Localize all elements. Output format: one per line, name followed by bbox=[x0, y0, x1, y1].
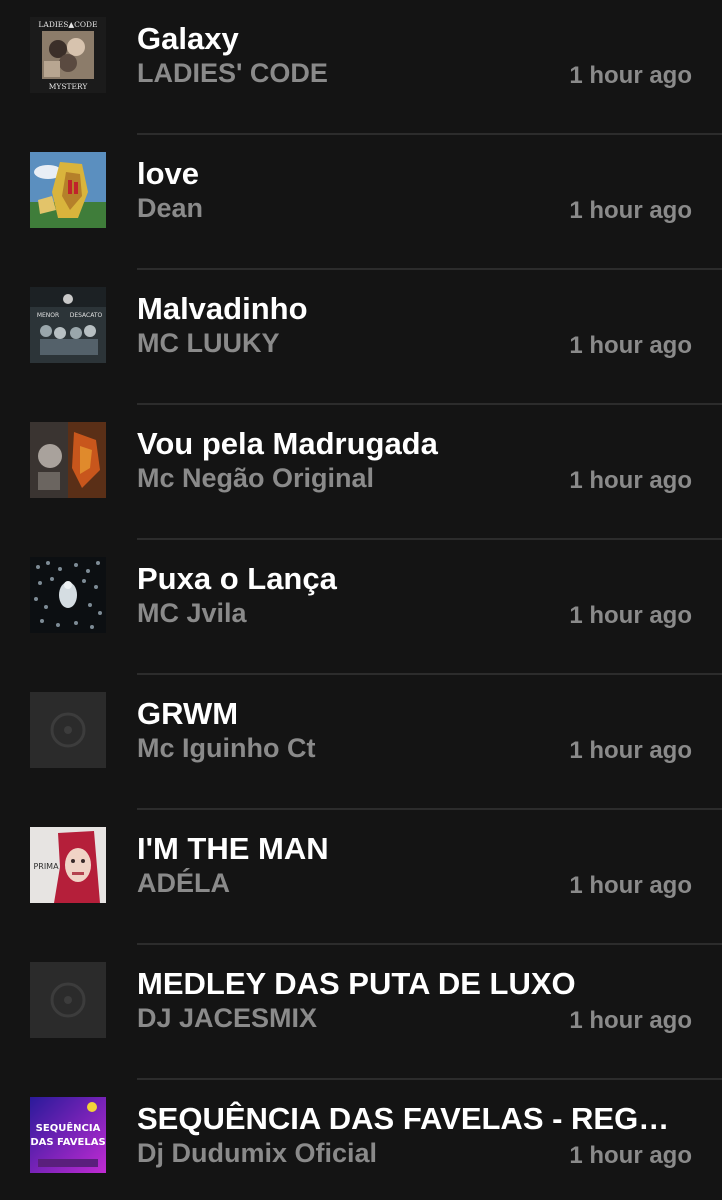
track-title: Galaxy bbox=[137, 21, 239, 56]
album-art-text: PRIMA bbox=[33, 862, 59, 871]
track-artist: ADÉLA bbox=[137, 868, 230, 898]
album-art-ladies-code-mystery: LADIES▲CODE MYSTERY bbox=[30, 17, 106, 93]
track-row-puxa-o-lanca[interactable]: Puxa o Lança MC Jvila 1 hour ago bbox=[0, 540, 722, 675]
track-row-malvadinho[interactable]: MENOR DESACATO Malvadinho MC LUUKY 1 hou… bbox=[0, 270, 722, 405]
track-row-love[interactable]: love Dean 1 hour ago bbox=[0, 135, 722, 270]
album-art-top-text: LADIES▲CODE bbox=[38, 20, 97, 29]
track-row-im-the-man[interactable]: PRIMA I'M THE MAN ADÉLA 1 hour ago bbox=[0, 810, 722, 945]
track-timestamp: 1 hour ago bbox=[569, 467, 692, 494]
album-art-portrait-red-hair: PRIMA bbox=[30, 827, 106, 903]
album-art-bottom-text: MYSTERY bbox=[49, 82, 89, 91]
track-title: love bbox=[137, 156, 200, 191]
track-title: GRWM bbox=[137, 696, 239, 731]
recent-tracks-list: LADIES▲CODE MYSTERY Galaxy LADIES' CODE … bbox=[0, 0, 722, 1200]
track-artist: LADIES' CODE bbox=[137, 58, 328, 88]
track-artist: DJ JACESMIX bbox=[137, 1003, 318, 1033]
track-artist: Dean bbox=[137, 193, 204, 223]
album-art-top-text: SEQUÊNCIA bbox=[36, 1121, 101, 1134]
album-art-crowd bbox=[30, 557, 106, 633]
track-timestamp: 1 hour ago bbox=[569, 737, 692, 764]
track-timestamp: 1 hour ago bbox=[569, 197, 692, 224]
track-artist: Dj Dudumix Oficial bbox=[137, 1138, 378, 1168]
track-artist: Mc Iguinho Ct bbox=[137, 733, 316, 763]
track-timestamp: 1 hour ago bbox=[569, 602, 692, 629]
album-art-right-text: DESACATO bbox=[70, 312, 103, 319]
track-title: Puxa o Lança bbox=[137, 561, 337, 596]
album-art-placeholder bbox=[30, 962, 106, 1038]
track-row-vou-pela-madrugada[interactable]: Vou pela Madrugada Mc Negão Original 1 h… bbox=[0, 405, 722, 540]
album-art-group-photo: MENOR DESACATO bbox=[30, 287, 106, 363]
track-row-medley-das-puta-de-luxo[interactable]: MEDLEY DAS PUTA DE LUXO DJ JACESMIX 1 ho… bbox=[0, 945, 722, 1080]
album-art-painting bbox=[30, 152, 106, 228]
track-row-galaxy[interactable]: LADIES▲CODE MYSTERY Galaxy LADIES' CODE … bbox=[0, 0, 722, 135]
album-art-left-text: MENOR bbox=[37, 312, 59, 319]
track-timestamp: 1 hour ago bbox=[569, 1007, 692, 1034]
track-title: Malvadinho bbox=[137, 291, 308, 326]
album-art-dark-collage bbox=[30, 422, 106, 498]
track-row-grwm[interactable]: GRWM Mc Iguinho Ct 1 hour ago bbox=[0, 675, 722, 810]
track-timestamp: 1 hour ago bbox=[569, 1142, 692, 1169]
track-title: Vou pela Madrugada bbox=[137, 426, 438, 461]
track-artist: MC LUUKY bbox=[137, 328, 280, 358]
track-artist: MC Jvila bbox=[137, 598, 247, 628]
track-timestamp: 1 hour ago bbox=[569, 332, 692, 359]
track-row-sequencia-das-favelas[interactable]: SEQUÊNCIA DAS FAVELAS SEQUÊNCIA DAS FAVE… bbox=[0, 1080, 722, 1200]
track-timestamp: 1 hour ago bbox=[569, 62, 692, 89]
track-artist: Mc Negão Original bbox=[137, 463, 375, 493]
track-title: MEDLEY DAS PUTA DE LUXO bbox=[137, 966, 576, 1001]
track-timestamp: 1 hour ago bbox=[569, 872, 692, 899]
album-art-placeholder bbox=[30, 692, 106, 768]
album-art-favelas-cover: SEQUÊNCIA DAS FAVELAS bbox=[30, 1097, 106, 1173]
track-title: SEQUÊNCIA DAS FAVELAS - REGG... bbox=[137, 1101, 682, 1136]
track-title: I'M THE MAN bbox=[137, 831, 329, 866]
album-art-bottom-text: DAS FAVELAS bbox=[30, 1137, 105, 1148]
